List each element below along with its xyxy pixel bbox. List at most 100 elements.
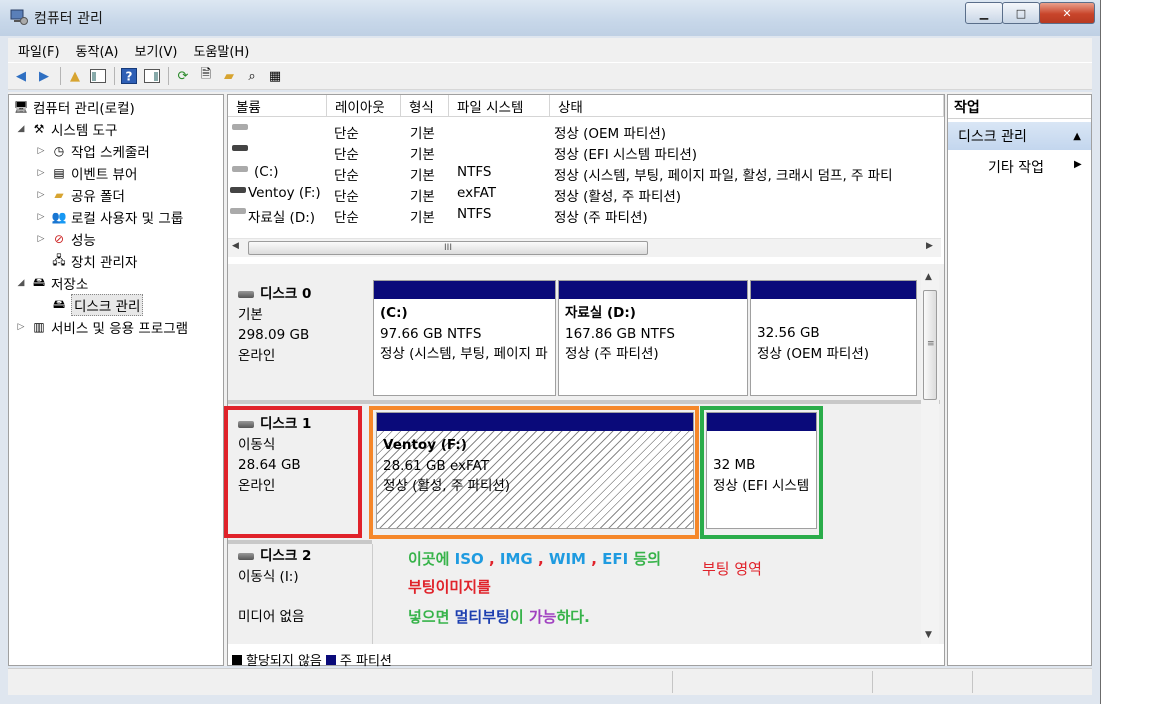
volume-layout: 단순 — [334, 147, 359, 163]
volume-name: Ventoy (F:) — [248, 185, 321, 201]
partition-label — [757, 303, 869, 323]
legend-primary: 주 파티션 — [339, 654, 392, 669]
table-row[interactable]: 자료실 (D:) 단순 기본 NTFS 정상 (주 파티션) — [228, 204, 944, 226]
partition-label: 자료실 (D:) — [565, 305, 636, 321]
volume-type: 기본 — [410, 126, 435, 142]
collapsed-arrow-icon[interactable]: ▷ — [35, 168, 47, 178]
actions-header: 작업 — [948, 95, 1091, 119]
volume-type: 기본 — [410, 168, 435, 183]
tree-item-performance[interactable]: ▷ ⊘ 성능 — [35, 228, 96, 250]
minimize-button[interactable]: ▁ — [965, 2, 1003, 24]
column-header-volume[interactable]: 볼륨 — [228, 95, 327, 117]
collapsed-arrow-icon[interactable]: ▷ — [35, 190, 47, 200]
tree-item-services[interactable]: ▷ ▥ 서비스 및 응용 프로그램 — [15, 316, 189, 338]
tree-item-disk-management[interactable]: 🖴 디스크 관리 — [51, 294, 144, 316]
console-tree-icon[interactable] — [89, 67, 107, 85]
action-label: 기타 작업 — [988, 160, 1044, 176]
refresh-icon[interactable]: ⟳ — [174, 67, 192, 85]
collapsed-arrow-icon[interactable]: ▷ — [15, 322, 27, 332]
action-more-actions[interactable]: 기타 작업 — [988, 157, 1044, 177]
back-arrow-icon[interactable]: ◀ — [12, 67, 30, 85]
close-button[interactable]: ✕ — [1039, 2, 1095, 24]
volume-type: 기본 — [410, 189, 435, 205]
volume-status: 정상 (시스템, 부팅, 페이지 파일, 활성, 크래시 덤프, 주 파티 — [554, 168, 893, 183]
title-bar: 컴퓨터 관리 ▁ □ ✕ — [0, 0, 1100, 36]
annotation-text: 가능 — [528, 608, 557, 626]
menu-view[interactable]: 보기(V) — [125, 41, 184, 60]
disk-size: 298.09 GB — [238, 327, 310, 343]
submenu-arrow-icon[interactable]: ▶ — [1074, 159, 1082, 170]
annotation-text: EFI — [602, 550, 629, 568]
menu-help[interactable]: 도움말(H) — [183, 41, 255, 60]
tree-item-device-manager[interactable]: 🖧 장치 관리자 — [51, 250, 137, 272]
table-row[interactable]: (C:) 단순 기본 NTFS 정상 (시스템, 부팅, 페이지 파일, 활성,… — [228, 162, 944, 183]
volume-list-hscrollbar[interactable]: ◀ III ▶ — [228, 238, 941, 257]
partition-d[interactable]: 자료실 (D:) 167.86 GB NTFS 정상 (주 파티션) — [558, 280, 748, 396]
help-icon[interactable]: ? — [120, 67, 138, 85]
collapsed-arrow-icon[interactable]: ▷ — [35, 234, 47, 244]
vscroll-thumb[interactable]: ≡ — [923, 290, 937, 400]
tree-item-shared-folders[interactable]: ▷ ▰ 공유 폴더 — [35, 184, 125, 206]
disk-icon — [238, 290, 254, 298]
tree-item-local-users[interactable]: ▷ 👥 로컬 사용자 및 그룹 — [35, 206, 184, 228]
disk-0-label[interactable]: 디스크 0 기본 298.09 GB 온라인 — [228, 270, 371, 400]
maximize-button[interactable]: □ — [1002, 2, 1040, 24]
partition-bar — [559, 281, 747, 299]
close-icon: ✕ — [1062, 6, 1072, 20]
forward-arrow-icon[interactable]: ▶ — [35, 67, 53, 85]
properties-icon[interactable]: 🗎 — [197, 67, 215, 85]
annotation-text: 이 — [509, 608, 529, 626]
disk-1-label[interactable]: 디스크 1 이동식 28.64 GB 온라인 — [224, 406, 362, 538]
column-header-layout[interactable]: 레이아웃 — [327, 95, 401, 117]
disk-management-icon: 🖴 — [52, 296, 66, 311]
tree-item-storage[interactable]: ◢ 🖴 저장소 — [15, 272, 89, 294]
unallocated-swatch — [232, 654, 242, 665]
menu-action[interactable]: 동작(A) — [66, 41, 125, 60]
column-header-filesystem[interactable]: 파일 시스템 — [449, 95, 550, 117]
toolbar: ◀ ▶ ▲ ? ⟳ 🗎 ▰ ⌕ ▦ — [8, 62, 1092, 90]
scroll-down-icon[interactable]: ▼ — [925, 630, 932, 640]
scroll-left-icon[interactable]: ◀ — [232, 241, 239, 251]
scroll-right-icon[interactable]: ▶ — [926, 241, 933, 251]
column-header-type[interactable]: 형식 — [401, 95, 449, 117]
table-row[interactable]: 단순 기본 정상 (EFI 시스템 파티션) — [228, 141, 944, 163]
actions-pane: 작업 디스크 관리 ▲ 기타 작업 ▶ — [947, 94, 1092, 666]
expanded-arrow-icon[interactable]: ◢ — [15, 124, 27, 134]
toolbar-separator — [60, 67, 61, 85]
scroll-up-icon[interactable]: ▲ — [925, 272, 932, 282]
tree-item-system-tools[interactable]: ◢ ⚒ 시스템 도구 — [15, 118, 118, 140]
menu-file[interactable]: 파일(F) — [8, 41, 66, 60]
search-icon[interactable]: ⌕ — [243, 67, 261, 85]
legend: 할당되지 않음 주 파티션 — [232, 650, 392, 669]
disk-settings-icon[interactable]: ▦ — [266, 67, 284, 85]
grip-mark: III — [444, 243, 452, 253]
table-row[interactable]: 단순 기본 정상 (OEM 파티션) — [228, 120, 944, 142]
annotation-text: , — [532, 550, 549, 568]
open-folder-icon[interactable]: ▰ — [220, 67, 238, 85]
tools-icon: ⚒ — [33, 122, 45, 136]
partition-efi[interactable]: 32 MB 정상 (EFI 시스템 파티션) — [706, 412, 817, 529]
partition-ventoy[interactable]: Ventoy (F:) 28.61 GB exFAT 정상 (활성, 주 파티션… — [376, 412, 694, 529]
action-pane-icon[interactable] — [143, 67, 161, 85]
action-disk-management[interactable]: 디스크 관리 ▲ — [948, 122, 1091, 150]
partition-c[interactable]: (C:) 97.66 GB NTFS 정상 (시스템, 부팅, 페이지 파일 — [373, 280, 556, 396]
partition-oem[interactable]: 32.56 GB 정상 (OEM 파티션) — [750, 280, 917, 396]
column-header-status[interactable]: 상태 — [550, 95, 944, 117]
graphical-vscrollbar[interactable]: ▲ ≡ ▼ — [921, 270, 939, 644]
collapsed-arrow-icon[interactable]: ▷ — [35, 146, 47, 156]
tree-item-task-scheduler[interactable]: ▷ ◷ 작업 스케줄러 — [35, 140, 150, 162]
tree-item-event-viewer[interactable]: ▷ ▤ 이벤트 뷰어 — [35, 162, 138, 184]
collapse-arrow-icon[interactable]: ▲ — [1073, 131, 1081, 142]
action-label: 디스크 관리 — [958, 129, 1027, 145]
tree-item-root[interactable]: 🖥 컴퓨터 관리(로컬) — [13, 96, 134, 118]
disk-2-label[interactable]: 디스크 2 이동식 (I:) 미디어 없음 — [228, 544, 371, 640]
expanded-arrow-icon[interactable]: ◢ — [15, 278, 27, 288]
hscroll-thumb[interactable]: III — [248, 241, 648, 255]
partition-bar — [374, 281, 555, 299]
collapsed-arrow-icon[interactable]: ▷ — [35, 212, 47, 222]
volume-layout: 단순 — [334, 126, 359, 142]
volume-status: 정상 (OEM 파티션) — [554, 126, 667, 142]
table-row[interactable]: Ventoy (F:) 단순 기본 exFAT 정상 (활성, 주 파티션) — [228, 183, 944, 205]
partition-bar — [751, 281, 916, 299]
up-folder-icon[interactable]: ▲ — [66, 67, 84, 85]
